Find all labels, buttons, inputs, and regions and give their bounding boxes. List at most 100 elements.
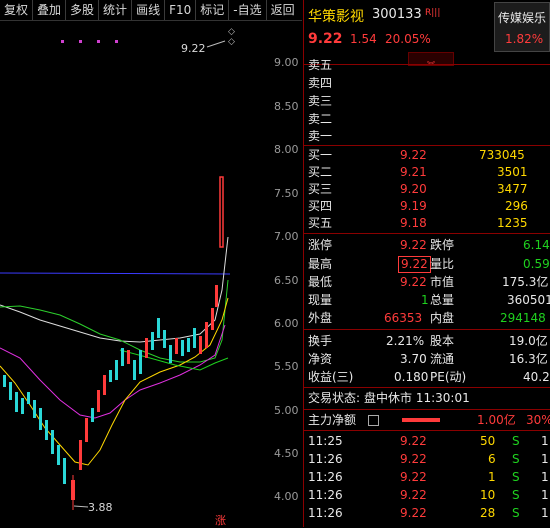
high-diamond-icon-2: ◇	[228, 37, 235, 47]
price-change-pct: 20.05%	[385, 32, 431, 46]
fund-label: 净资	[308, 352, 333, 366]
high-price-label: 9.22	[181, 42, 206, 55]
high-arrow	[206, 40, 226, 48]
main-flow-value: 1.00亿	[477, 413, 516, 427]
toolbar-f10-button[interactable]: F10	[165, 0, 197, 20]
limit-up-tag: 涨	[215, 514, 226, 527]
toolbar-overlay-button[interactable]: 叠加	[33, 0, 67, 20]
quote-value: 9.22	[400, 275, 427, 289]
buy-row-1[interactable]: 买一 9.22 733045	[304, 146, 550, 164]
main-flow-bar	[402, 418, 440, 422]
trade-status-label: 交易状态:	[308, 391, 361, 405]
buy-price: 9.20	[400, 182, 427, 196]
fund-row-eps: 收益(三) 0.180 PE(动) 40.2	[304, 368, 550, 386]
tick-price: 9.22	[400, 506, 427, 520]
tick-price: 9.22	[400, 434, 427, 448]
main-flow-box-icon	[368, 415, 379, 426]
quote-label: 跌停	[430, 238, 455, 252]
buy-row-2[interactable]: 买二 9.21 3501	[304, 163, 550, 181]
toolbar-back-button[interactable]: 返回	[267, 0, 299, 20]
buy-volume: 3501	[497, 165, 528, 179]
tick-side: S	[512, 506, 520, 520]
quote-value: 294148	[500, 311, 546, 325]
ma30-line	[0, 297, 229, 466]
toolbar-stats-button[interactable]: 统计	[99, 0, 133, 20]
sell-row-3[interactable]: 卖三	[304, 92, 550, 110]
quote-label: 总量	[430, 293, 455, 307]
buy-label: 买三	[308, 182, 333, 196]
low-price-label: 3.88	[88, 501, 113, 514]
buy-label: 买五	[308, 216, 333, 230]
buy-volume: 3477	[497, 182, 528, 196]
y-tick: 8.50	[274, 100, 299, 113]
toolbar-multi-stock-button[interactable]: 多股	[66, 0, 100, 20]
toolbar-draw-line-button[interactable]: 画线	[132, 0, 166, 20]
sell-row-1[interactable]: 卖一	[304, 127, 550, 145]
tick-volume: 28	[480, 506, 496, 520]
quote-value: 0.59	[523, 257, 550, 271]
fund-label: 流通	[430, 352, 455, 366]
ma10-line	[0, 279, 229, 363]
buy-label: 买四	[308, 199, 333, 213]
quote-row-volume: 现量 1 总量 360501	[304, 291, 550, 309]
buy-price: 9.18	[400, 216, 427, 230]
buy-row-5[interactable]: 买五 9.18 1235	[304, 214, 550, 232]
y-tick: 4.50	[274, 447, 299, 460]
tick-side: S	[512, 434, 520, 448]
fund-label: PE(动)	[430, 370, 467, 384]
main-flow-label: 主力净额	[308, 413, 357, 427]
y-tick: 9.00	[274, 56, 299, 69]
price-change: 1.54	[350, 32, 377, 46]
buy-row-4[interactable]: 买四 9.19 296	[304, 197, 550, 215]
toolbar-fuquan-button[interactable]: 复权	[0, 0, 34, 20]
trade-status-value: 盘中休市 11:30:01	[364, 391, 470, 405]
low-arrow	[73, 505, 89, 508]
y-tick: 7.00	[274, 230, 299, 243]
quote-value-highlight: 9.22	[398, 256, 431, 273]
sell-label: 卖四	[308, 76, 333, 90]
quote-value: 66353	[384, 311, 423, 325]
tick-time: 11:25	[308, 434, 343, 448]
sector-box[interactable]: 传媒娱乐 1.82%	[494, 2, 550, 52]
fund-value: 0.180	[394, 370, 429, 384]
tick-side: S	[512, 488, 520, 502]
quote-label: 外盘	[308, 311, 333, 325]
buy-price: 9.22	[400, 148, 427, 162]
buy-volume: 1235	[497, 216, 528, 230]
y-tick: 5.00	[274, 404, 299, 417]
buy-label: 买一	[308, 148, 333, 162]
toolbar-mark-button[interactable]: 标记	[196, 0, 230, 20]
kline-svg[interactable]: ◇ ◇	[0, 20, 302, 527]
y-tick: 7.50	[274, 187, 299, 200]
buy-price: 9.21	[400, 165, 427, 179]
tick-time: 11:26	[308, 506, 343, 520]
quote-value: 360501	[507, 293, 550, 307]
sell-row-2[interactable]: 卖二	[304, 110, 550, 128]
main-flow-pct: 30%	[526, 413, 550, 427]
toolbar-remove-watchlist-button[interactable]: -自选	[229, 0, 267, 20]
high-diamond-icon: ◇	[228, 27, 235, 37]
quote-row-flow: 外盘 66353 内盘 294148	[304, 309, 550, 327]
tick-count: 1	[541, 470, 549, 484]
market-tag-bars-icon: |||	[431, 8, 441, 18]
chart-toolbar: 复权 叠加 多股 统计 画线 F10 标记 -自选 返回	[0, 0, 302, 21]
main-flow-row[interactable]: 主力净额 1.00亿 30%	[304, 411, 550, 429]
stock-name[interactable]: 华策影视	[308, 6, 364, 26]
quote-row-limit: 涨停 9.22 跌停 6.14	[304, 236, 550, 254]
buy-label: 买二	[308, 165, 333, 179]
buy-row-3[interactable]: 买三 9.20 3477	[304, 180, 550, 198]
quote-value: 6.14	[523, 238, 550, 252]
tick-row: 11:26 9.22 10 S 1	[304, 486, 550, 504]
tick-side: S	[512, 452, 520, 466]
market-tag: R|||	[425, 8, 440, 18]
kline-chart[interactable]: ◇ ◇ 9.22 3.88 涨 9.00 8.50 8.00 7.50 7.00…	[0, 20, 302, 527]
buy-volume: 733045	[479, 148, 525, 162]
sell-row-5[interactable]: 卖五	[304, 56, 550, 74]
sell-row-4[interactable]: 卖四	[304, 74, 550, 92]
quote-row-high: 最高 9.22 量比 0.59	[304, 255, 550, 273]
indicator-dots	[61, 40, 118, 43]
sector-change: 1.82%	[505, 32, 544, 46]
tick-count: 1	[541, 488, 549, 502]
tick-count: 1	[541, 452, 549, 466]
y-tick: 6.50	[274, 274, 299, 287]
